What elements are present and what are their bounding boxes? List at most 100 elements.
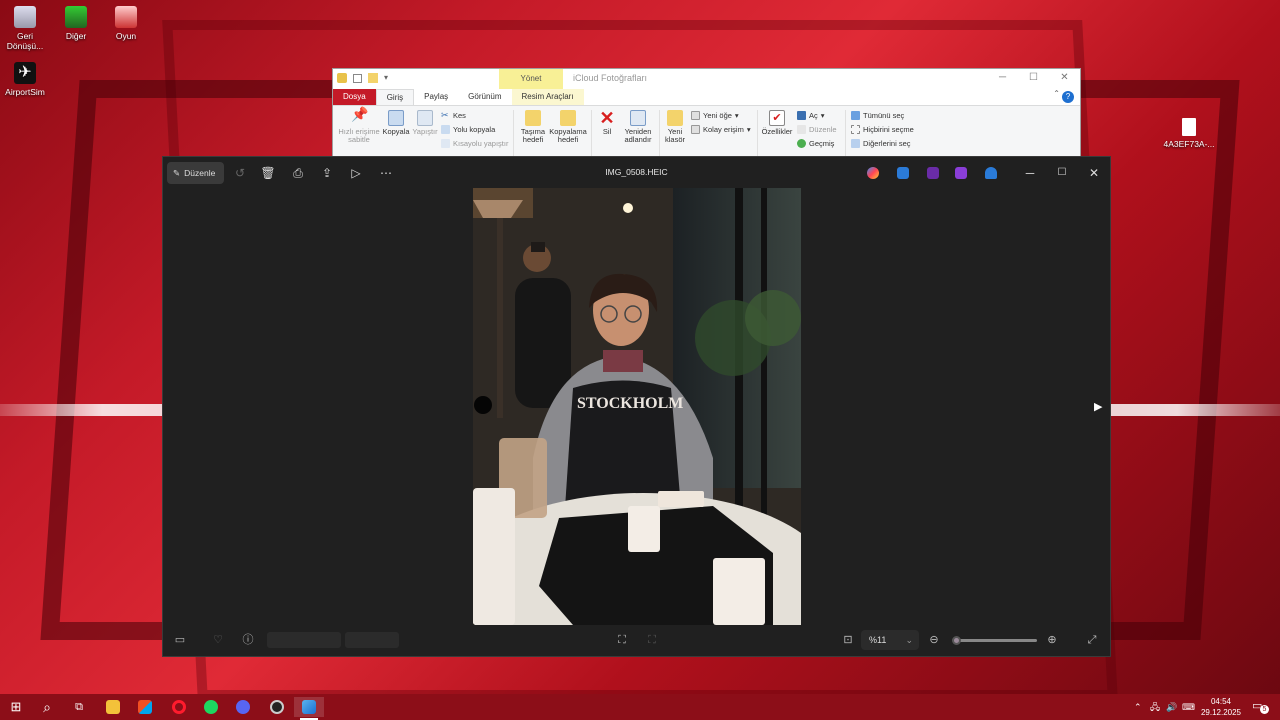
taskbar-file-explorer[interactable] [98,697,128,717]
fullscreen-icon[interactable]: ⤢ [1083,630,1101,650]
desktop-icon-file[interactable]: 4A3EF73A-... [1162,118,1216,149]
delete-button[interactable]: ✕ Sil [595,109,619,136]
new-folder-quick-icon[interactable] [368,73,378,83]
show-hidden-icons[interactable]: ⌃ [1134,694,1142,720]
tab-file[interactable]: Dosya [333,89,376,105]
taskbar-discord[interactable] [228,697,258,717]
copy-to-icon [560,110,576,126]
rename-button[interactable]: Yeniden adlandır [621,110,655,144]
search-button[interactable]: ⌕ [32,697,62,717]
ribbon-separator [591,110,592,156]
cut-button[interactable]: ✂ Kes [441,111,466,121]
minimize-icon[interactable]: ─ [1015,162,1045,184]
ribbon-separator [757,110,758,156]
video-editor-icon[interactable] [955,167,967,179]
new-item-button[interactable]: Yeni öğe ▾ [691,111,739,120]
filmstrip-icon[interactable]: ▭ [171,630,189,650]
paste-shortcut-button[interactable]: Kısayolu yapıştır [441,139,508,148]
paste-button[interactable]: Yapıştır [411,110,439,136]
desktop-icon-airportsim[interactable]: ✈ AirportSim [0,62,52,97]
properties-quick-icon[interactable] [353,73,362,83]
paste-label: Yapıştır [412,127,438,136]
customize-quick-access-icon[interactable]: ▾ [384,73,390,83]
photo-canvas[interactable]: STOCKHOLM [473,188,801,625]
taskbar-app[interactable] [262,697,292,717]
zoom-out-icon[interactable]: ⊖ [925,630,943,650]
folder-app-icon [65,6,87,28]
zoom-slider-thumb[interactable] [952,636,961,645]
copy-path-button[interactable]: Yolu kopyala [441,125,495,134]
zoom-level-dropdown[interactable]: %11 ⌄ [861,630,919,650]
collapse-ribbon-icon[interactable]: ⌃ [1053,89,1060,98]
taskbar-photos[interactable] [294,697,324,720]
task-view-button[interactable]: ⧉ [64,697,94,717]
easy-access-icon [691,125,700,134]
start-button[interactable]: ⊞ [1,697,31,717]
properties-button[interactable]: ✔ Özellikler [761,110,793,136]
select-none-label: Hiçbirini seçme [863,125,914,134]
copy-button[interactable]: Kopyala [381,110,411,136]
desktop-icon-label: 4A3EF73A-... [1163,139,1215,149]
pin-quick-access-button[interactable]: 📌 Hızlı erişime sabitle [337,107,381,144]
taskbar-store[interactable] [130,697,160,717]
notification-center-button[interactable]: ▭ 5 [1252,699,1269,715]
fit-to-window-icon[interactable]: ⛶ [613,630,631,650]
tab-home[interactable]: Giriş [375,89,415,105]
svg-text:STOCKHOLM: STOCKHOLM [577,395,683,412]
maximize-icon[interactable]: ☐ [1047,162,1077,184]
taskbar-spotify[interactable] [196,697,226,717]
pin-label: Hızlı erişime sabitle [338,127,380,144]
desktop-icon-game[interactable]: Oyun [99,6,153,41]
info-icon[interactable]: ⓘ [239,630,257,650]
close-icon[interactable]: ✕ [1079,162,1109,184]
zoom-slider[interactable] [952,636,1037,645]
new-folder-button[interactable]: Yeni klasör [663,110,687,144]
invert-selection-button[interactable]: Diğerlerini seç [851,139,911,148]
context-tab-manage[interactable]: Yönet [499,69,563,89]
desktop-icon-recycle-bin[interactable]: Geri Dönüşü... [0,6,52,51]
select-none-button[interactable]: Hiçbirini seçme [851,125,914,134]
taskbar-clock[interactable]: 04:54 29.12.2025 [1196,696,1246,718]
help-icon[interactable]: ? [1062,91,1074,103]
copy-to-button[interactable]: Kopyalama hedefi [549,110,587,144]
paste-shortcut-icon [441,139,450,148]
rename-icon [630,110,646,126]
zoom-level-value: %11 [869,635,887,645]
copilot-icon[interactable] [867,167,879,179]
open-button[interactable]: Aç ▾ [797,111,825,120]
easy-access-button[interactable]: Kolay erişim ▾ [691,125,751,134]
copy-label: Kopyala [382,127,410,136]
onedrive-icon[interactable] [985,167,997,179]
desktop-icon-label: Geri Dönüşü... [6,31,44,51]
open-icon [797,111,806,120]
explorer-window-title: iCloud Fotoğrafları [573,73,648,83]
paste-icon [417,110,433,126]
cut-label: Kes [453,111,466,120]
close-icon[interactable]: ✕ [1049,69,1080,87]
image-editor-icon[interactable] [897,167,909,179]
easy-access-label: Kolay erişim [703,125,744,134]
volume-icon[interactable]: 🔊 [1166,694,1177,720]
keyboard-icon[interactable]: ⌨ [1182,694,1195,720]
zoom-in-icon[interactable]: ⊕ [1043,630,1061,650]
desktop-icon-other[interactable]: Diğer [49,6,103,41]
favorite-heart-icon[interactable]: ♡ [209,630,227,650]
maximize-icon[interactable]: ☐ [1018,69,1049,87]
move-to-button[interactable]: Taşıma hedefi [517,110,549,144]
ribbon-separator [513,110,514,156]
select-all-button[interactable]: Tümünü seç [851,111,904,120]
new-item-icon [691,111,700,120]
tab-picture-tools[interactable]: Resim Araçları [511,89,584,105]
taskbar-opera[interactable] [164,697,194,717]
network-icon[interactable]: 🖧 [1150,694,1160,720]
edit-icon [797,125,806,134]
tab-view[interactable]: Görünüm [458,89,511,105]
history-button[interactable]: Geçmiş [797,139,834,148]
minimize-icon[interactable]: ─ [987,69,1018,87]
clipchamp-icon[interactable] [927,167,939,179]
screenshot-icon[interactable]: ⊡ [839,630,857,650]
notification-count-badge: 5 [1260,705,1269,714]
tab-share[interactable]: Paylaş [414,89,458,105]
edit-button[interactable]: Düzenle [797,125,837,134]
actual-size-icon[interactable]: ⛶ [643,630,661,650]
